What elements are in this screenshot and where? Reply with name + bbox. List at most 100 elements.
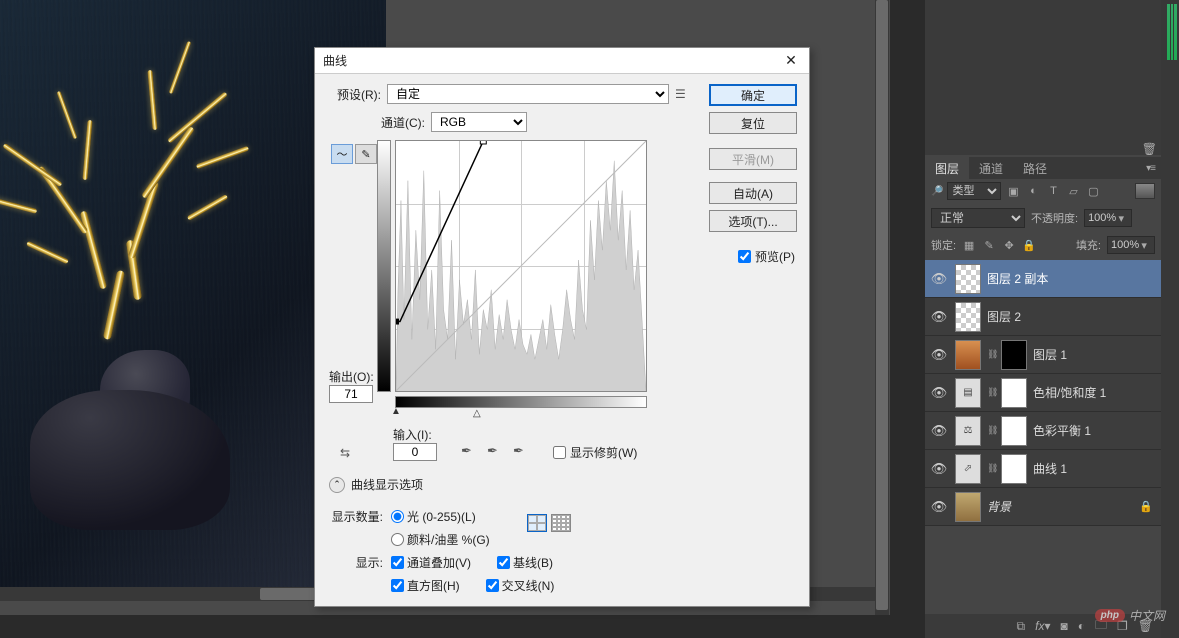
grid-4-icon[interactable] [527,514,547,532]
gray-eyedropper-icon[interactable]: ✒ [487,443,505,459]
lock-pixels-icon[interactable]: ✎ [982,238,996,252]
show-clipping-checkbox[interactable]: 显示修剪(W) [553,444,637,461]
filter-adjust-icon[interactable]: ◐ [1025,183,1041,199]
layer-thumbnail[interactable] [955,264,981,294]
layer-name: 图层 2 [987,308,1161,325]
visibility-icon[interactable]: 👁 [929,499,949,515]
visibility-icon[interactable]: 👁 [929,309,949,325]
ok-button[interactable]: 确定 [709,84,797,106]
input-value[interactable] [393,443,437,461]
curve-tool-point[interactable]: 〜 [331,144,353,164]
channel-overlay-checkbox[interactable]: 通道叠加(V) [391,554,471,571]
preview-checkbox[interactable]: 预览(P) [738,248,795,265]
channel-select[interactable]: RGB [431,112,527,132]
adjustment-thumbnail[interactable]: ⬀ [955,454,981,484]
filter-toggle[interactable] [1135,183,1155,199]
dialog-titlebar[interactable]: 曲线 ✕ [315,48,809,74]
layer-row[interactable]: 👁 ⛓ 图层 1 [925,336,1161,374]
ink-radio[interactable]: 颜料/油墨 %(G) [391,531,490,548]
filter-type-icon[interactable]: T [1045,183,1061,199]
adjustment-thumbnail[interactable]: ▤ [955,378,981,408]
link-icon[interactable]: ⛓ [987,425,995,436]
preset-select[interactable]: 自定 [387,84,669,104]
lock-label: 锁定: [931,237,956,253]
fill-value[interactable]: 100%▾ [1107,236,1155,254]
layer-row[interactable]: 👁 ⬀ ⛓ 曲线 1 [925,450,1161,488]
layer-row[interactable]: 👁 背景 🔒 [925,488,1161,526]
layer-thumbnail[interactable] [955,340,981,370]
cancel-button[interactable]: 复位 [709,112,797,134]
curve-graph[interactable] [395,140,647,392]
histogram-checkbox[interactable]: 直方图(H) [391,577,460,594]
layer-mask-thumbnail[interactable] [1001,378,1027,408]
white-eyedropper-icon[interactable]: ✒ [513,443,531,459]
layer-name: 背景 [987,498,1133,515]
fx-icon[interactable]: fx▾ [1035,619,1050,633]
layer-mask-thumbnail[interactable] [1001,340,1027,370]
link-icon[interactable]: ⛓ [987,387,995,398]
fill-label: 填充: [1076,237,1101,253]
intersection-checkbox[interactable]: 交叉线(N) [486,577,555,594]
audio-meter [1167,4,1177,60]
black-point-slider[interactable]: ▲ [391,406,401,417]
tab-channels[interactable]: 通道 [969,156,1013,181]
lock-row: 锁定: ▦ ✎ ✥ 🔒 填充: 100%▾ [925,232,1161,258]
grid-10-icon[interactable] [551,514,571,532]
layer-row[interactable]: 👁 ⚖ ⛓ 色彩平衡 1 [925,412,1161,450]
output-gradient [377,140,391,392]
mini-trash-icon[interactable]: 🗑 [1142,142,1157,156]
layer-row[interactable]: 👁 ▤ ⛓ 色相/饱和度 1 [925,374,1161,412]
preset-menu-icon[interactable]: ☰ [675,87,689,101]
visibility-icon[interactable]: 👁 [929,461,949,477]
watermark-badge: php [1095,609,1125,622]
layer-thumbnail[interactable] [955,302,981,332]
close-button[interactable]: ✕ [781,52,801,69]
auto-button[interactable]: 自动(A) [709,182,797,204]
visibility-icon[interactable]: 👁 [929,385,949,401]
options-button[interactable]: 选项(T)... [709,210,797,232]
filter-search-icon[interactable]: 🔎 [931,186,943,197]
watermark: php 中文网 [1095,607,1165,624]
layer-thumbnail[interactable] [955,492,981,522]
add-mask-icon[interactable]: ◙ [1060,619,1067,633]
layer-mask-thumbnail[interactable] [1001,416,1027,446]
white-point-slider[interactable]: △ [473,408,481,419]
hand-tool-icon[interactable]: ⇆ [335,444,355,462]
layer-row[interactable]: 👁 图层 2 [925,298,1161,336]
preset-label: 预设(R): [327,86,381,103]
link-icon[interactable]: ⛓ [987,463,995,474]
collapse-display-options[interactable]: ⌃ [329,477,345,493]
filter-image-icon[interactable]: ▣ [1005,183,1021,199]
tab-paths[interactable]: 路径 [1013,156,1057,181]
right-panel: 🗑 图层 通道 路径 ▾≡ 🔎 类型 ▣ ◐ T ▱ ▢ 正常 不透明度: 10… [925,0,1179,638]
layer-row[interactable]: 👁 图层 2 副本 [925,260,1161,298]
baseline-checkbox[interactable]: 基线(B) [497,554,553,571]
lock-all-icon[interactable]: 🔒 [1022,238,1036,252]
layer-name: 色相/饱和度 1 [1033,384,1161,401]
filter-smart-icon[interactable]: ▢ [1085,183,1101,199]
light-radio[interactable]: 光 (0-255)(L) [391,508,476,525]
lock-transparency-icon[interactable]: ▦ [962,238,976,252]
filter-type-select[interactable]: 类型 [947,182,1001,200]
add-adjustment-icon[interactable]: ◐ [1078,619,1085,633]
filter-shape-icon[interactable]: ▱ [1065,183,1081,199]
adjustment-thumbnail[interactable]: ⚖ [955,416,981,446]
layers-list: 👁 图层 2 副本 👁 图层 2 👁 ⛓ 图层 1 👁 ▤ ⛓ 色相/饱和度 1… [925,260,1161,610]
panel-menu-icon[interactable]: ▾≡ [1146,163,1155,174]
input-label: 输入(I): [393,428,432,442]
visibility-icon[interactable]: 👁 [929,347,949,363]
panel-tabs: 图层 通道 路径 ▾≡ [925,157,1161,179]
visibility-icon[interactable]: 👁 [929,423,949,439]
visibility-icon[interactable]: 👁 [929,271,949,287]
black-eyedropper-icon[interactable]: ✒ [461,443,479,459]
output-value[interactable] [329,385,373,403]
blend-mode-select[interactable]: 正常 [931,208,1025,228]
opacity-value[interactable]: 100%▾ [1084,209,1132,227]
vertical-scrollbar[interactable] [875,0,889,615]
link-icon[interactable]: ⛓ [987,349,995,360]
tab-layers[interactable]: 图层 [925,156,969,181]
curve-tool-pencil[interactable]: ✎ [355,144,377,164]
link-layers-icon[interactable]: ⧉ [1017,619,1026,634]
layer-mask-thumbnail[interactable] [1001,454,1027,484]
lock-position-icon[interactable]: ✥ [1002,238,1016,252]
